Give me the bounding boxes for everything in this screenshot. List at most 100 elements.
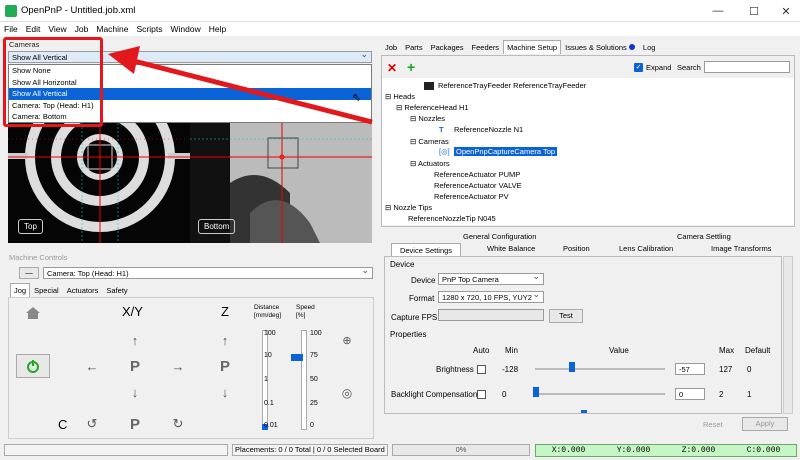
brightness-max: 127 [719, 365, 733, 374]
tab-machine-setup[interactable]: Machine Setup [503, 40, 562, 54]
device-section-label: Device [390, 260, 415, 269]
dro-readout: X:0.000 Y:0.000 Z:0.000 C:0.000 [535, 444, 797, 457]
backlight-value-input[interactable]: 0 [675, 388, 705, 400]
minimize-button[interactable]: — [700, 0, 736, 22]
format-select[interactable]: 1280 x 720, 10 FPS, YUY2 [438, 289, 544, 303]
menu-job[interactable]: Job [71, 24, 93, 34]
tree-item-label: Cameras [418, 137, 449, 146]
issues-dot-icon [628, 44, 635, 50]
tree-item[interactable]: ReferenceActuator PUMP [434, 170, 520, 179]
menu-edit[interactable]: Edit [22, 24, 45, 34]
max-header: Max [719, 346, 735, 355]
tab-camera-settling[interactable]: Camera Settling [677, 232, 731, 241]
tab-parts[interactable]: Parts [401, 40, 427, 54]
jog-y-plus-button[interactable]: ↑ [122, 330, 148, 350]
jog-y-minus-button[interactable]: ↓ [122, 382, 148, 402]
park-xy-button[interactable]: P [122, 356, 148, 376]
tree-item-label: ReferenceHead H1 [404, 103, 469, 112]
menu-view[interactable]: View [44, 24, 70, 34]
tree-item[interactable]: ⊟ ReferenceHead H1 [396, 103, 469, 112]
tab-white-balance[interactable]: White Balance [487, 244, 535, 253]
machine-camera-select[interactable]: Camera: Top (Head: H1) [43, 265, 373, 279]
rotate-cw-button[interactable]: ↻ [165, 414, 191, 434]
tab-safety[interactable]: Safety [102, 283, 131, 297]
menu-file[interactable]: File [0, 24, 22, 34]
tab-feeders[interactable]: Feeders [468, 40, 504, 54]
tree-item[interactable]: ⊟ Heads [385, 92, 415, 101]
speed-slider-thumb[interactable] [291, 353, 303, 361]
backlight-slider-thumb[interactable] [533, 387, 539, 397]
delete-icon[interactable]: ✕ [387, 61, 397, 75]
tree-item[interactable]: ⊟ Actuators [410, 159, 450, 168]
brightness-slider-thumb[interactable] [569, 362, 575, 372]
jog-z-down-button[interactable]: ↓ [212, 382, 238, 402]
park-z-button[interactable]: P [212, 356, 238, 376]
menu-machine[interactable]: Machine [92, 24, 132, 34]
device-settings-panel: Device Device PnP Top Camera Format 1280… [384, 256, 782, 414]
device-label: Device [411, 276, 436, 285]
camera-view-top[interactable]: Top [8, 123, 190, 243]
tab-position[interactable]: Position [563, 244, 590, 253]
home-button[interactable] [20, 303, 46, 323]
menu-window[interactable]: Window [166, 24, 204, 34]
tab-lens-calibration[interactable]: Lens Calibration [619, 244, 673, 253]
right-tabs: Job Parts Packages Feeders Machine Setup… [381, 40, 659, 54]
tab-issues-solutions[interactable]: Issues & Solutions [561, 40, 639, 54]
nozzle-icon[interactable]: ⊕ [334, 330, 360, 350]
device-select[interactable]: PnP Top Camera [438, 271, 544, 285]
camera-view-bottom[interactable]: Bottom [190, 123, 372, 243]
collapse-button[interactable]: — [19, 267, 39, 279]
tree-item[interactable]: ReferenceNozzleTip N045 [408, 214, 496, 223]
backlight-slider-track[interactable] [535, 393, 665, 395]
tab-actuators[interactable]: Actuators [63, 283, 103, 297]
brightness-slider-track[interactable] [535, 368, 665, 370]
tree-item[interactable]: ReferenceActuator PV [434, 192, 509, 201]
test-button[interactable]: Test [549, 309, 583, 323]
tab-jog[interactable]: Jog [10, 283, 31, 297]
tree-item[interactable]: ReferenceActuator VALVE [434, 181, 522, 190]
park-c-button[interactable]: P [122, 414, 148, 434]
speed-slider-track[interactable] [301, 330, 307, 430]
tree-item[interactable]: ReferenceTrayFeeder ReferenceTrayFeeder [438, 81, 586, 90]
properties-scrollbar[interactable] [783, 256, 793, 414]
format-label: Format [409, 294, 435, 303]
menu-help[interactable]: Help [205, 24, 230, 34]
tree-item[interactable]: ⊟ Nozzles [410, 114, 445, 123]
tab-general-configuration[interactable]: General Configuration [463, 232, 536, 241]
brightness-auto-checkbox[interactable] [477, 365, 486, 374]
brightness-value-input[interactable]: -57 [675, 363, 705, 375]
jog-x-minus-button[interactable]: ← [79, 356, 105, 376]
tab-device-settings[interactable]: Device Settings [391, 243, 461, 257]
tree-item[interactable]: ⊟ Nozzle Tips [385, 203, 432, 212]
menu-scripts[interactable]: Scripts [133, 24, 167, 34]
annotation-arrow-icon [108, 46, 373, 125]
reset-button[interactable]: Reset [703, 420, 723, 429]
camera-position-icon[interactable]: ◎ [334, 383, 360, 403]
tree-item-selected[interactable]: OpenPnpCaptureCamera Top [454, 147, 558, 156]
tree-item-label: Nozzles [418, 114, 446, 123]
jog-x-plus-button[interactable]: → [165, 356, 191, 376]
next-slider-thumb[interactable] [581, 410, 587, 413]
add-icon[interactable]: + [407, 59, 415, 75]
tree-item[interactable]: ⊟ Cameras [410, 137, 449, 146]
default-header: Default [745, 346, 771, 355]
tab-special[interactable]: Special [30, 283, 63, 297]
tab-packages[interactable]: Packages [427, 40, 468, 54]
backlight-default: 1 [747, 390, 752, 399]
search-input[interactable] [704, 61, 790, 73]
close-button[interactable]: ✕ [768, 0, 800, 22]
maximize-button[interactable]: ☐ [736, 0, 772, 22]
backlight-auto-checkbox[interactable] [477, 390, 486, 399]
brightness-min: -128 [502, 365, 519, 374]
jog-z-up-button[interactable]: ↑ [212, 330, 238, 350]
tab-job[interactable]: Job [381, 40, 401, 54]
apply-button[interactable]: Apply [742, 417, 788, 431]
tab-image-transforms[interactable]: Image Transforms [711, 244, 771, 253]
tree-item[interactable]: ReferenceNozzle N1 [454, 125, 523, 134]
rotate-ccw-button[interactable]: ↺ [79, 414, 105, 434]
capture-fps-field[interactable] [438, 309, 544, 321]
tab-log[interactable]: Log [639, 40, 660, 54]
expand-checkbox[interactable]: ✓ [634, 63, 643, 72]
power-button[interactable] [16, 354, 50, 378]
distance-label: Distance [mm/deg] [254, 304, 282, 319]
